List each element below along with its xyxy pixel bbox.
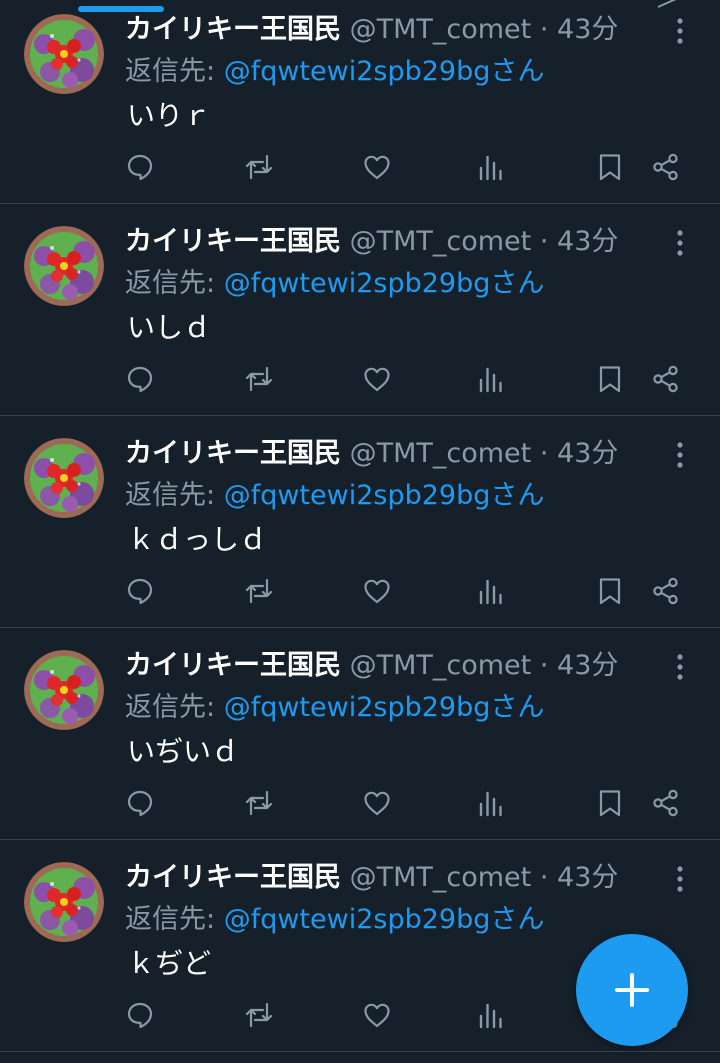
reply-icon[interactable] [125,1000,155,1030]
display-name[interactable]: カイリキー王国民 [125,862,341,893]
compose-button[interactable] [576,934,688,1046]
reply-context: 返信先: @fqwtewi2spb29bgさん [125,688,544,728]
tweet-header: カイリキー王国民 @TMT_comet · 43分 [125,222,618,262]
tweet[interactable]: カイリキー王国民 @TMT_comet · 43分 返信先: @fqwtewi2… [0,416,720,628]
heart-icon[interactable] [362,788,392,818]
heart-icon[interactable] [362,1000,392,1030]
avatar[interactable] [24,226,104,306]
reply-context: 返信先: @fqwtewi2spb29bgさん [125,900,544,940]
avatar[interactable] [24,14,104,94]
timestamp[interactable]: 43分 [557,862,618,893]
retweet-icon[interactable] [244,364,274,394]
tweet-feed: カイリキー王国民 @TMT_comet · 43分 返信先: @fqwtewi2… [0,0,720,1052]
heart-icon[interactable] [362,152,392,182]
separator-dot: · [539,862,549,893]
share-icon[interactable] [651,152,681,182]
reply-context: 返信先: @fqwtewi2spb29bgさん [125,264,544,304]
reply-context: 返信先: @fqwtewi2spb29bgさん [125,52,544,92]
timestamp[interactable]: 43分 [557,14,618,45]
views-icon[interactable] [476,1000,506,1030]
reply-to-link[interactable]: @fqwtewi2spb29bgさん [224,268,545,299]
tweet-text: ｋぢど [127,947,212,980]
avatar[interactable] [24,650,104,730]
reply-prefix: 返信先: [125,480,216,511]
views-icon[interactable] [476,364,506,394]
tweet-header: カイリキー王国民 @TMT_comet · 43分 [125,10,618,50]
avatar[interactable] [24,862,104,942]
more-vertical-icon[interactable] [668,440,692,470]
user-handle[interactable]: @TMT_comet [350,650,532,681]
separator-dot: · [539,14,549,45]
separator-dot: · [539,438,549,469]
heart-icon[interactable] [362,576,392,606]
reply-prefix: 返信先: [125,904,216,935]
reply-icon[interactable] [125,788,155,818]
tweet[interactable]: カイリキー王国民 @TMT_comet · 43分 返信先: @fqwtewi2… [0,204,720,416]
tweet-header: カイリキー王国民 @TMT_comet · 43分 [125,434,618,474]
share-icon[interactable] [651,576,681,606]
retweet-icon[interactable] [244,152,274,182]
tweet-actions [0,576,720,616]
display-name[interactable]: カイリキー王国民 [125,650,341,681]
heart-icon[interactable] [362,364,392,394]
reply-prefix: 返信先: [125,692,216,723]
retweet-icon[interactable] [244,1000,274,1030]
more-vertical-icon[interactable] [668,864,692,894]
bookmark-icon[interactable] [595,152,625,182]
reply-icon[interactable] [125,364,155,394]
more-vertical-icon[interactable] [668,228,692,258]
timestamp[interactable]: 43分 [557,650,618,681]
reply-to-link[interactable]: @fqwtewi2spb29bgさん [224,692,545,723]
reply-prefix: 返信先: [125,56,216,87]
more-vertical-icon[interactable] [668,16,692,46]
tweet-text: いしｄ [127,311,212,344]
tweet-text: ｋｄっしｄ [127,523,268,556]
user-handle[interactable]: @TMT_comet [350,438,532,469]
tweet-header: カイリキー王国民 @TMT_comet · 43分 [125,646,618,686]
reply-to-link[interactable]: @fqwtewi2spb29bgさん [224,480,545,511]
share-icon[interactable] [651,788,681,818]
avatar[interactable] [24,438,104,518]
more-vertical-icon[interactable] [668,652,692,682]
bookmark-icon[interactable] [595,576,625,606]
tweet-text: いぢいｄ [127,735,240,768]
views-icon[interactable] [476,152,506,182]
display-name[interactable]: カイリキー王国民 [125,438,341,469]
user-handle[interactable]: @TMT_comet [350,226,532,257]
tweet-header: カイリキー王国民 @TMT_comet · 43分 [125,858,618,898]
tweet[interactable]: カイリキー王国民 @TMT_comet · 43分 返信先: @fqwtewi2… [0,628,720,840]
tweet-text: いりｒ [127,99,212,132]
tweet-actions [0,364,720,404]
timestamp[interactable]: 43分 [557,438,618,469]
separator-dot: · [539,226,549,257]
bookmark-icon[interactable] [595,788,625,818]
share-icon[interactable] [651,364,681,394]
display-name[interactable]: カイリキー王国民 [125,226,341,257]
plus-icon [612,970,652,1010]
views-icon[interactable] [476,788,506,818]
retweet-icon[interactable] [244,788,274,818]
reply-to-link[interactable]: @fqwtewi2spb29bgさん [224,904,545,935]
tweet-actions [0,788,720,828]
display-name[interactable]: カイリキー王国民 [125,14,341,45]
reply-prefix: 返信先: [125,268,216,299]
tweet-actions [0,152,720,192]
bookmark-icon[interactable] [595,364,625,394]
views-icon[interactable] [476,576,506,606]
reply-to-link[interactable]: @fqwtewi2spb29bgさん [224,56,545,87]
retweet-icon[interactable] [244,576,274,606]
tweet[interactable]: カイリキー王国民 @TMT_comet · 43分 返信先: @fqwtewi2… [0,0,720,204]
separator-dot: · [539,650,549,681]
reply-context: 返信先: @fqwtewi2spb29bgさん [125,476,544,516]
user-handle[interactable]: @TMT_comet [350,862,532,893]
timeline-screen: カイリキー王国民 @TMT_comet · 43分 返信先: @fqwtewi2… [0,0,720,1063]
reply-icon[interactable] [125,152,155,182]
reply-icon[interactable] [125,576,155,606]
user-handle[interactable]: @TMT_comet [350,14,532,45]
timestamp[interactable]: 43分 [557,226,618,257]
